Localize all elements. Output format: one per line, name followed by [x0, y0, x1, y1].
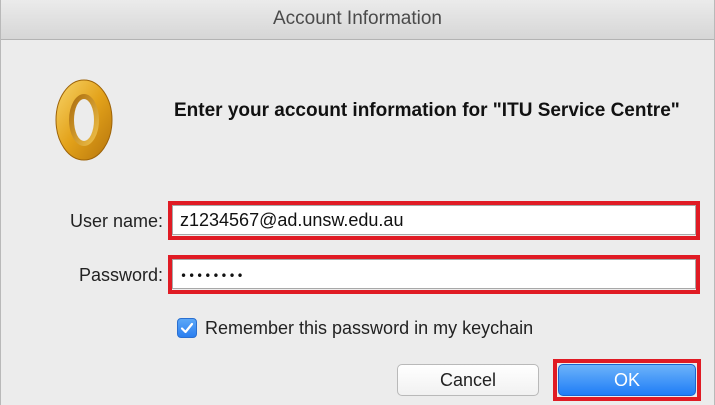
username-highlight-box — [168, 201, 700, 240]
password-label: Password: — [78, 265, 163, 285]
dialog-heading: Enter your account information for "ITU … — [174, 100, 680, 121]
checkmark-icon — [180, 322, 194, 334]
remember-checkbox[interactable] — [177, 318, 197, 338]
outlook-icon — [39, 75, 129, 165]
cancel-button[interactable]: Cancel — [397, 364, 539, 396]
title-bar[interactable]: Account Information — [1, 0, 714, 40]
remember-label[interactable]: Remember this password in my keychain — [205, 315, 533, 341]
password-highlight-box — [168, 255, 700, 294]
ok-highlight-box — [553, 359, 701, 401]
window-title: Account Information — [273, 8, 442, 29]
username-label: User name: — [69, 211, 163, 231]
account-information-dialog: Account Information Enter your account i… — [0, 0, 715, 405]
